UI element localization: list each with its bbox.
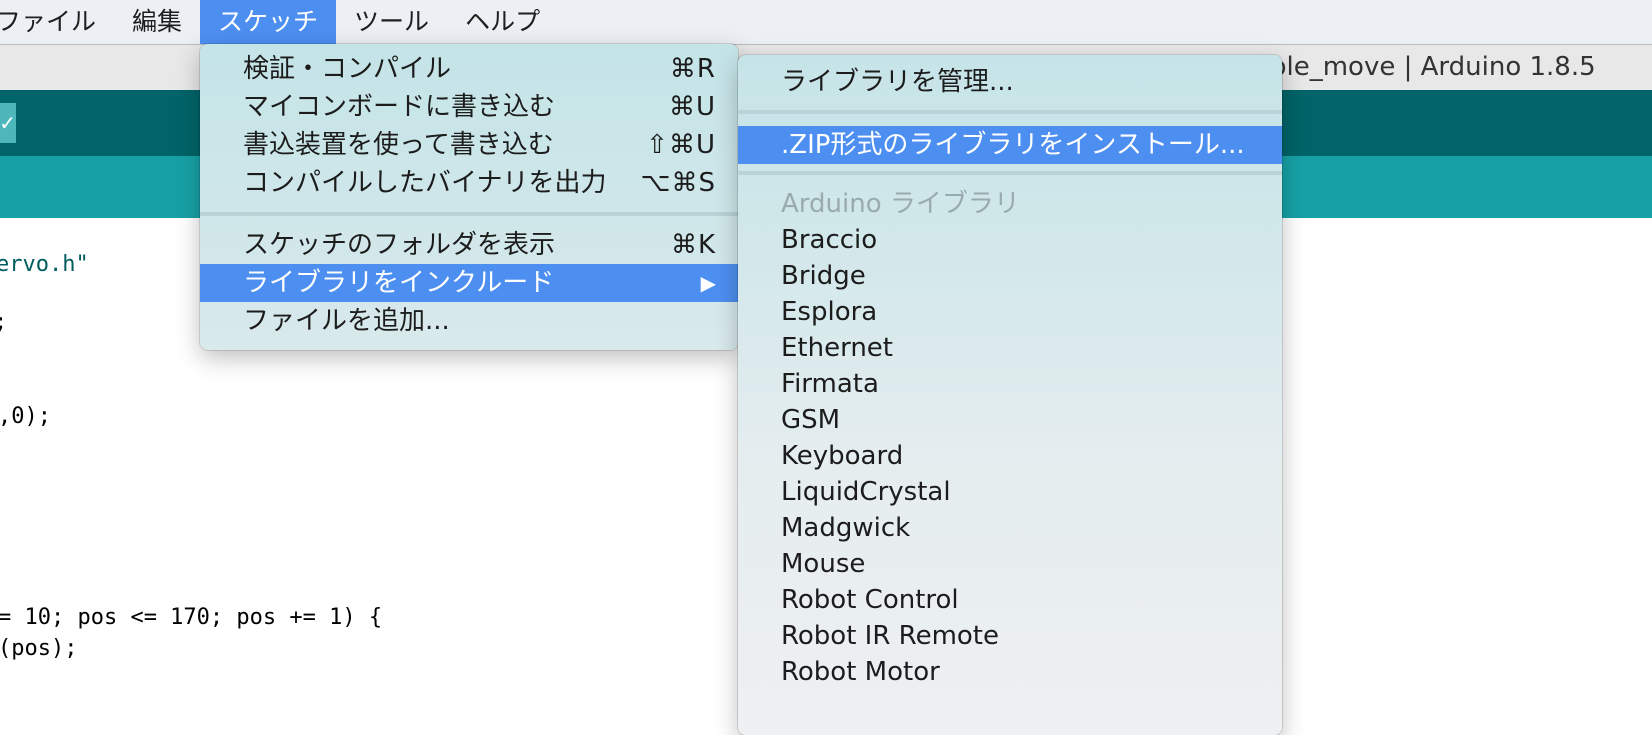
library-item-label: Mouse [781,549,866,579]
shortcut-label: ⌘R [669,54,716,84]
menu-bar: ファイル 編集 スケッチ ツール ヘルプ [0,0,1652,45]
menu-item-label: .ZIP形式のライブラリをインストール... [781,130,1245,160]
library-item[interactable]: LiquidCrystal [738,473,1282,511]
code-line: ervo.h" [0,252,89,277]
menu-item-label: ファイルを追加... [243,306,450,336]
library-submenu: ライブラリを管理... .ZIP形式のライブラリをインストール... Ardui… [738,55,1282,735]
menu-item-label: ライブラリを管理... [781,67,1014,97]
menu-item-label: ライブラリをインクルード [243,268,555,298]
menu-file[interactable]: ファイル [0,0,114,44]
menu-separator [738,171,1282,175]
library-item[interactable]: Ethernet [738,329,1282,367]
library-item-label: Ethernet [781,333,893,363]
code-line: ,0); [0,404,51,429]
library-item-label: GSM [781,405,841,435]
library-item[interactable]: Mouse [738,545,1282,583]
window-title: ple_move | Arduino 1.8.5 [1270,52,1596,82]
library-item-label: Firmata [781,369,879,399]
library-item[interactable]: Robot IR Remote [738,617,1282,655]
menu-item-label: 検証・コンパイル [243,54,452,84]
menu-item-export-binary[interactable]: コンパイルしたバイナリを出力 ⌥⌘S [200,164,738,202]
shortcut-label: ⌘U [668,92,716,122]
shortcut-label: ⌥⌘S [640,168,716,198]
library-item[interactable]: Robot Motor [738,653,1282,691]
menu-item-install-zip-library[interactable]: .ZIP形式のライブラリをインストール... [738,126,1282,164]
menu-item-label: コンパイルしたバイナリを出力 [243,168,607,198]
menu-help[interactable]: ヘルプ [447,0,558,44]
code-line: (pos); [0,636,78,661]
code-line: ; [0,310,7,335]
library-item[interactable]: GSM [738,401,1282,439]
menu-item-label: スケッチのフォルダを表示 [243,230,556,260]
menu-item-label: 書込装置を使って書き込む [243,130,554,160]
shortcut-label: ⇧⌘U [646,130,716,160]
library-item[interactable]: Firmata [738,365,1282,403]
library-item-label: Bridge [781,261,866,291]
menu-item-show-sketch-folder[interactable]: スケッチのフォルダを表示 ⌘K [200,226,738,264]
sketch-menu: 検証・コンパイル ⌘R マイコンボードに書き込む ⌘U 書込装置を使って書き込む… [200,44,738,350]
library-item-label: Robot Motor [781,657,940,687]
library-item[interactable]: Esplora [738,293,1282,331]
verify-button[interactable]: ✓ [0,103,16,143]
menu-separator [200,212,738,216]
menu-item-add-file[interactable]: ファイルを追加... [200,302,738,340]
code-line: = 10; pos <= 170; pos += 1) { [0,605,383,630]
menu-sketch[interactable]: スケッチ [200,0,337,44]
library-item-label: Esplora [781,297,878,327]
library-item-label: Madgwick [781,513,911,543]
library-item[interactable]: Madgwick [738,509,1282,547]
library-item-label: Robot IR Remote [781,621,999,651]
library-item-label: Braccio [781,225,878,255]
library-item[interactable]: Robot Control [738,581,1282,619]
section-header-label: Arduino ライブラリ [781,189,1020,219]
library-item[interactable]: Bridge [738,257,1282,295]
menu-item-manage-libraries[interactable]: ライブラリを管理... [738,63,1282,101]
library-item[interactable]: Keyboard [738,437,1282,475]
menu-item-include-library[interactable]: ライブラリをインクルード ▶ [200,264,738,302]
menu-tools[interactable]: ツール [336,0,447,44]
submenu-arrow-icon: ▶ [700,271,716,295]
menu-item-verify-compile[interactable]: 検証・コンパイル ⌘R [200,50,738,88]
shortcut-label: ⌘K [670,230,716,260]
library-item-label: LiquidCrystal [781,477,951,507]
section-header-arduino-libraries: Arduino ライブラリ [738,185,1282,223]
menu-item-upload[interactable]: マイコンボードに書き込む ⌘U [200,88,738,126]
menu-separator [738,110,1282,114]
library-item-label: Keyboard [781,441,904,471]
menu-item-upload-programmer[interactable]: 書込装置を使って書き込む ⇧⌘U [200,126,738,164]
library-item[interactable]: Braccio [738,221,1282,259]
menu-item-label: マイコンボードに書き込む [243,92,556,122]
library-item-label: Robot Control [781,585,959,615]
menu-edit[interactable]: 編集 [114,0,200,44]
